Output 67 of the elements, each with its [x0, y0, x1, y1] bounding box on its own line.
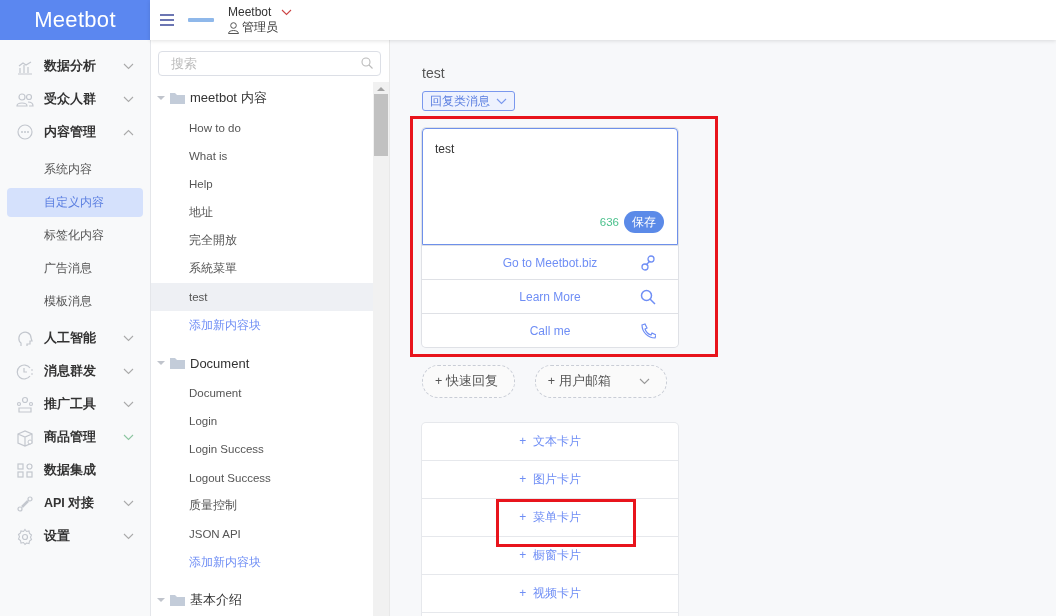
link-icon: [640, 254, 656, 271]
content-title: test: [422, 65, 446, 81]
quick-action-button[interactable]: + 用户邮箱: [534, 365, 667, 398]
message-type-dropdown[interactable]: 回复类消息: [422, 91, 515, 111]
scrollbar-thumb[interactable]: [374, 94, 388, 156]
account-name[interactable]: Meetbot: [228, 5, 272, 20]
search-icon: [640, 288, 656, 305]
message-text-area[interactable]: test 636 保存: [422, 128, 678, 245]
expand-triangle-icon[interactable]: [157, 596, 165, 605]
folder-label[interactable]: 基本介绍: [190, 591, 242, 610]
character-count: 636: [599, 216, 619, 228]
chat-bubble-icon: [16, 123, 34, 142]
nav-item[interactable]: 数据分析: [0, 50, 150, 83]
grid-icon: [16, 461, 34, 480]
tree-item[interactable]: 地址: [151, 198, 373, 227]
tree-item[interactable]: Document: [151, 378, 373, 408]
stamp-icon: [16, 395, 34, 414]
nav-item[interactable]: 受众人群: [0, 83, 150, 116]
scroll-up-arrow-icon[interactable]: [377, 86, 385, 92]
phone-icon: [640, 322, 656, 339]
submenu-item[interactable]: 广告消息: [7, 254, 143, 283]
tree-item[interactable]: How to do: [151, 113, 373, 142]
expand-triangle-icon[interactable]: [157, 359, 165, 368]
quick-action-button[interactable]: + 快速回复: [422, 365, 515, 398]
nav-item[interactable]: API 对接: [0, 487, 150, 520]
nav-item[interactable]: 设置: [0, 520, 150, 553]
tree-item[interactable]: What is: [151, 141, 373, 171]
head-icon: [16, 329, 34, 348]
tree-item[interactable]: 质量控制: [151, 491, 373, 520]
caret-icon: [281, 9, 293, 16]
caret-icon: [496, 97, 507, 105]
folder-label[interactable]: Document: [190, 355, 250, 371]
tree-item[interactable]: 完全開放: [151, 226, 373, 255]
scrollbar[interactable]: [373, 82, 389, 616]
nav-item[interactable]: 内容管理: [0, 116, 150, 149]
tree-item[interactable]: Help: [151, 170, 373, 199]
nav-item[interactable]: 消息群发: [0, 355, 150, 388]
user-role: 管理员: [242, 20, 278, 35]
user-icon: [228, 21, 239, 34]
tree-item[interactable]: Login: [151, 407, 373, 436]
folder-icon: [170, 357, 185, 370]
logo-icon: [188, 16, 214, 24]
logo-text: Meetbot: [34, 7, 116, 33]
search-field[interactable]: 搜索: [158, 51, 381, 76]
folder-label[interactable]: meetbot 内容: [190, 88, 267, 107]
search-icon: [361, 57, 373, 69]
tree-item[interactable]: test: [151, 282, 373, 312]
box-icon: [16, 428, 34, 447]
tree-item[interactable]: Logout Success: [151, 463, 373, 492]
gear-icon: [16, 527, 34, 546]
tree-item[interactable]: 系統菜單: [151, 254, 373, 283]
clock-icon: [16, 362, 34, 381]
menu-icon[interactable]: [160, 14, 174, 26]
tree-item[interactable]: JSON API: [151, 519, 373, 549]
nav-item[interactable]: 商品管理: [0, 421, 150, 454]
folder-icon: [170, 91, 185, 104]
folder-icon: [170, 594, 185, 607]
submenu-item[interactable]: 模板消息: [7, 287, 143, 316]
nav-item[interactable]: 人工智能: [0, 322, 150, 355]
nav-item[interactable]: 推广工具: [0, 388, 150, 421]
expand-triangle-icon[interactable]: [157, 93, 165, 102]
nav-item[interactable]: 数据集成: [0, 454, 150, 487]
people-icon: [16, 90, 34, 109]
submenu-item[interactable]: 标签化内容: [7, 221, 143, 250]
submenu-item[interactable]: 系统内容: [7, 155, 143, 184]
tree-item[interactable]: Login Success: [151, 435, 373, 464]
link-icon: [16, 494, 34, 513]
